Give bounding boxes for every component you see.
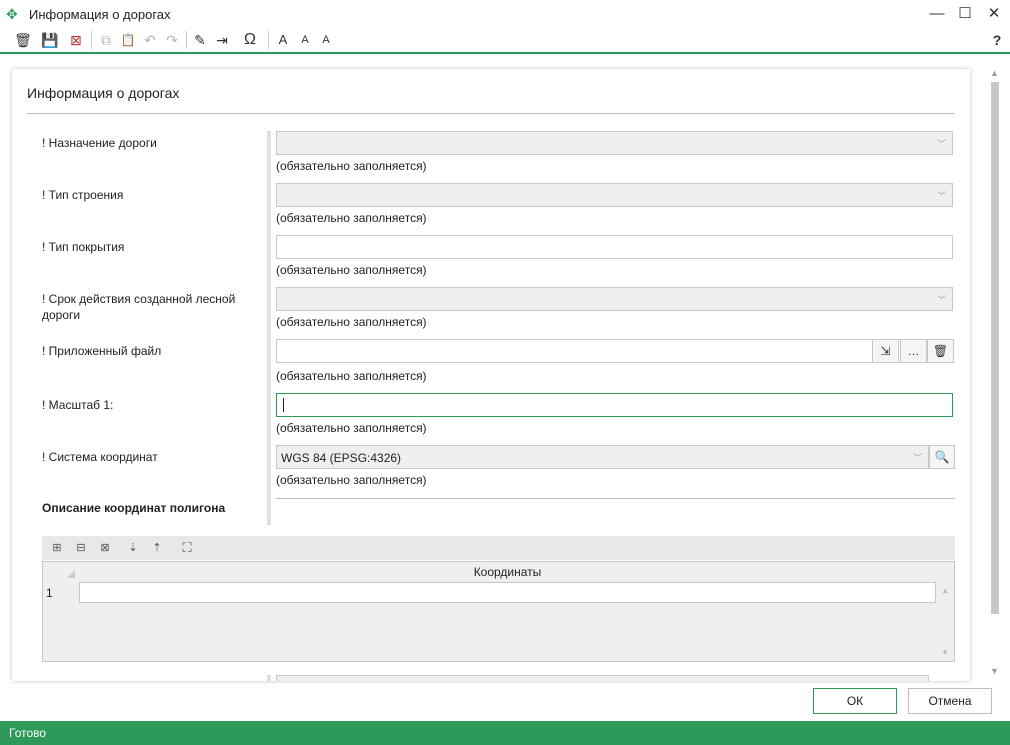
scroll-up-icon[interactable]: ▲: [990, 68, 999, 78]
building-type-label: ! Тип строения: [42, 188, 124, 202]
polygon-section-title: Описание координат полигона: [42, 501, 226, 515]
section-divider: [276, 498, 955, 499]
chevron-down-icon: ﹀: [936, 295, 946, 305]
status-bar: Готово: [0, 721, 1010, 745]
label-divider: [267, 675, 271, 681]
undo-icon[interactable]: ↶: [140, 30, 160, 50]
scroll-down-icon[interactable]: ▼: [990, 666, 999, 676]
delete-icon[interactable]: 🗑: [10, 30, 36, 50]
app-tree-icon: ✥: [6, 6, 18, 22]
required-hint: (обязательно заполняется): [276, 211, 427, 225]
import-icon[interactable]: ⇥: [212, 30, 232, 50]
status-text: Готово: [9, 726, 47, 740]
paste-icon[interactable]: 📋: [118, 30, 138, 50]
road-purpose-dropdown[interactable]: ﹀: [276, 131, 953, 155]
form-title: Информация о дорогах: [27, 85, 180, 101]
surface-type-label: ! Тип покрытия: [42, 240, 125, 254]
grid-toolbar: ⊞ ⊟ ⊠ ⇣ ⇡ ⛶: [42, 536, 955, 560]
attached-file-input[interactable]: ⇲ … 🗑: [276, 339, 954, 363]
cancel-button[interactable]: Отмена: [908, 688, 992, 714]
required-hint: (обязательно заполняется): [276, 315, 427, 329]
road-validity-label: ! Срок действия созданной лесной дороги: [42, 292, 236, 322]
save-icon[interactable]: 💾: [40, 30, 60, 50]
grid-scroll-down-icon[interactable]: ▼: [941, 648, 949, 657]
attached-file-label: ! Приложенный файл: [42, 344, 162, 358]
window-title: Информация о дорогах: [29, 7, 171, 22]
attach-file-button[interactable]: ⇲: [872, 339, 899, 363]
font-reset-icon[interactable]: A: [318, 30, 334, 50]
coordinate-system-value: WGS 84 (EPSG:4326): [281, 451, 402, 465]
select-all-corner[interactable]: [67, 570, 75, 578]
minimize-button[interactable]: —: [924, 4, 950, 24]
scale-input[interactable]: [276, 393, 953, 417]
close-button[interactable]: ✕: [981, 4, 1007, 24]
form-panel: Информация о дорогах ! Назначение дороги…: [12, 69, 970, 681]
add-row-icon[interactable]: ⊞: [48, 539, 66, 557]
column-header-coordinates[interactable]: Координаты: [79, 562, 936, 582]
search-button[interactable]: 🔍: [929, 445, 955, 469]
omega-icon[interactable]: Ω: [236, 30, 264, 50]
fit-view-icon[interactable]: ⛶: [178, 539, 196, 557]
help-icon[interactable]: ?: [988, 30, 1006, 50]
label-divider: [267, 131, 271, 525]
surface-type-input[interactable]: [276, 235, 953, 259]
scale-label: ! Масштаб 1:: [42, 398, 114, 412]
insert-row-icon[interactable]: ⊟: [72, 539, 90, 557]
coordinate-system-dropdown[interactable]: WGS 84 (EPSG:4326) ﹀: [276, 445, 929, 469]
coordinates-cell[interactable]: [79, 582, 936, 603]
required-hint: (обязательно заполняется): [276, 159, 427, 173]
toolbar-separator: [268, 31, 269, 49]
chevron-down-icon: ﹀: [936, 139, 946, 149]
browse-button[interactable]: …: [900, 339, 927, 363]
road-purpose-label: ! Назначение дороги: [42, 136, 157, 150]
building-type-dropdown[interactable]: ﹀: [276, 183, 953, 207]
title-divider: [27, 113, 955, 114]
maximize-button[interactable]: ☐: [952, 4, 978, 24]
font-decrease-icon[interactable]: A: [296, 30, 314, 50]
required-hint: (обязательно заполняется): [276, 369, 427, 383]
font-increase-icon[interactable]: A: [274, 30, 292, 50]
toolbar-separator: [91, 31, 92, 49]
vertical-scrollbar-thumb[interactable]: [991, 82, 999, 614]
close-doc-icon[interactable]: ⊠: [66, 30, 86, 50]
toolbar-divider: [0, 52, 1010, 54]
required-hint: (обязательно заполняется): [276, 421, 427, 435]
ok-button[interactable]: ОК: [813, 688, 897, 714]
title-bar: ✥ Информация о дорогах — ☐ ✕: [0, 0, 1010, 28]
toolbar: 🗑 💾 ⊠ ⧉ 📋 ↶ ↷ ✎ ⇥ Ω A A A ?: [0, 28, 1010, 52]
road-validity-dropdown[interactable]: ﹀: [276, 287, 953, 311]
copy-icon[interactable]: ⧉: [96, 30, 116, 50]
chevron-down-icon: ﹀: [936, 191, 946, 201]
delete-file-button[interactable]: 🗑: [927, 339, 954, 363]
move-up-icon[interactable]: ⇡: [148, 539, 166, 557]
coordinate-system-label: ! Система координат: [42, 450, 158, 464]
required-hint: (обязательно заполняется): [276, 473, 427, 487]
coordinates-grid: Координаты 1 ▲ ▼: [42, 561, 955, 662]
text-caret: [283, 398, 284, 412]
next-field-partial[interactable]: [276, 675, 929, 681]
toolbar-separator: [186, 31, 187, 49]
chevron-down-icon: ﹀: [912, 453, 922, 463]
magic-wand-icon[interactable]: ✎: [190, 30, 210, 50]
delete-row-icon[interactable]: ⊠: [96, 539, 114, 557]
move-down-icon[interactable]: ⇣: [124, 539, 142, 557]
redo-icon[interactable]: ↷: [162, 30, 182, 50]
row-number: 1: [46, 586, 53, 600]
grid-scroll-up-icon[interactable]: ▲: [941, 586, 949, 595]
required-hint: (обязательно заполняется): [276, 263, 427, 277]
